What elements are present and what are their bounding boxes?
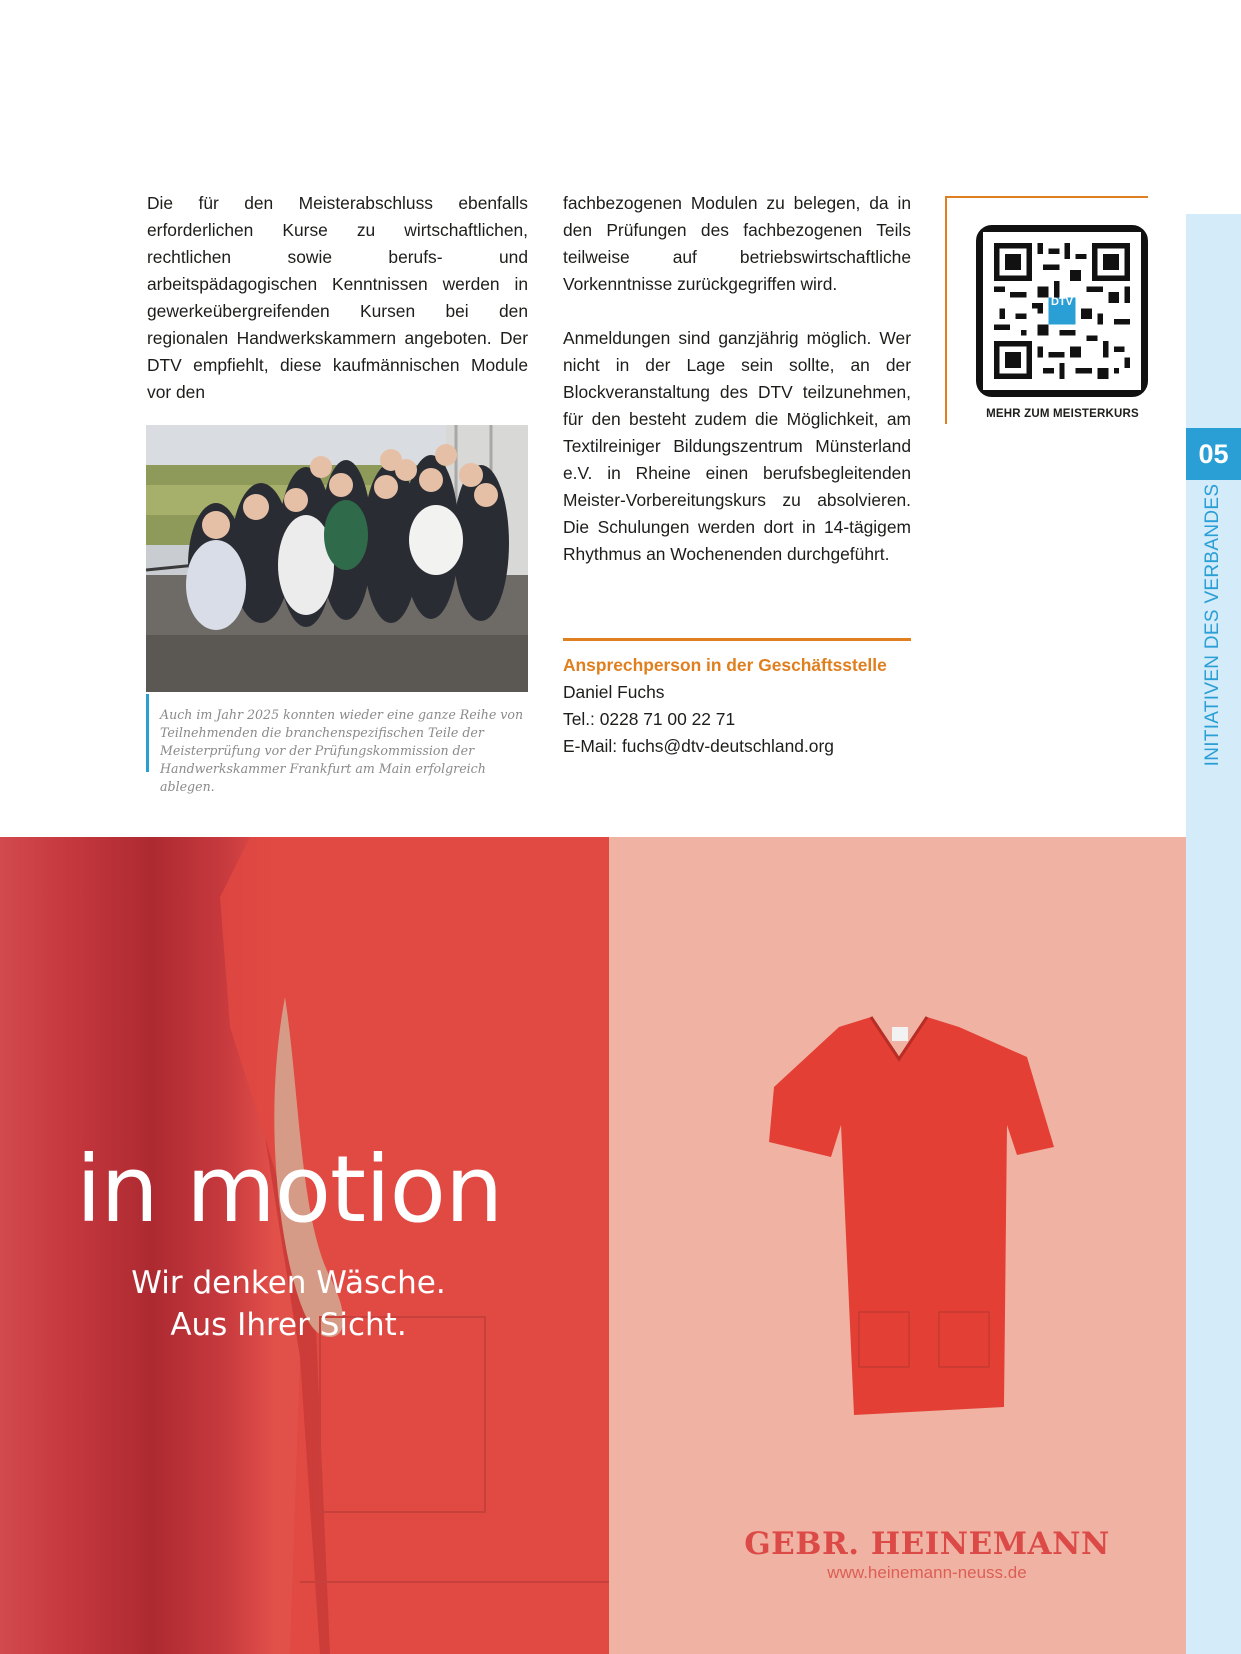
article-column-left: Die für den Meisterabschluss ebenfalls e… bbox=[147, 190, 528, 406]
article-paragraph: Anmeldungen sind ganzjährig möglich. Wer… bbox=[563, 328, 911, 564]
ad-model-panel bbox=[0, 837, 609, 1654]
dtv-logo-text: DTV bbox=[1051, 296, 1073, 308]
qr-label: MEHR ZUM MEISTERKURS bbox=[986, 408, 1139, 420]
contact-block: Ansprechperson in der Geschäftsstelle Da… bbox=[563, 652, 923, 760]
contact-email: E-Mail: fuchs@dtv-deutschland.org bbox=[563, 736, 834, 756]
section-number: 05 bbox=[1186, 428, 1241, 480]
photo-caption: Auch im Jahr 2025 konnten wieder eine ga… bbox=[160, 707, 524, 794]
ad-subline: Aus Ihrer Sicht. bbox=[170, 1307, 407, 1343]
group-photo bbox=[146, 425, 528, 692]
article-paragraph: Die für den Meisterabschluss ebenfalls e… bbox=[147, 193, 528, 402]
article-column-right: fachbezogenen Modulen zu belegen, da in … bbox=[563, 190, 911, 568]
ad-headline: in motion bbox=[76, 1136, 503, 1243]
caption-accent-bar bbox=[146, 694, 149, 772]
qr-frame-top bbox=[945, 196, 1148, 198]
contact-divider bbox=[563, 638, 911, 641]
contact-phone: Tel.: 0228 71 00 22 71 bbox=[563, 709, 736, 729]
qr-frame-left bbox=[945, 196, 947, 424]
brand-logo: GEBR. HEINEMANN bbox=[744, 1526, 1110, 1562]
contact-name: Daniel Fuchs bbox=[563, 682, 665, 702]
ad-subline: Wir denken Wäsche. bbox=[131, 1265, 446, 1301]
article-paragraph: fachbezogenen Modulen zu belegen, da in … bbox=[563, 193, 911, 294]
section-title: INITIATIVEN DES VERBANDES bbox=[1202, 483, 1223, 767]
brand-url[interactable]: www.heinemann-neuss.de bbox=[700, 1563, 1154, 1583]
qr-code[interactable]: DTV bbox=[976, 225, 1148, 397]
contact-heading: Ansprechperson in der Geschäftsstelle bbox=[563, 655, 887, 675]
